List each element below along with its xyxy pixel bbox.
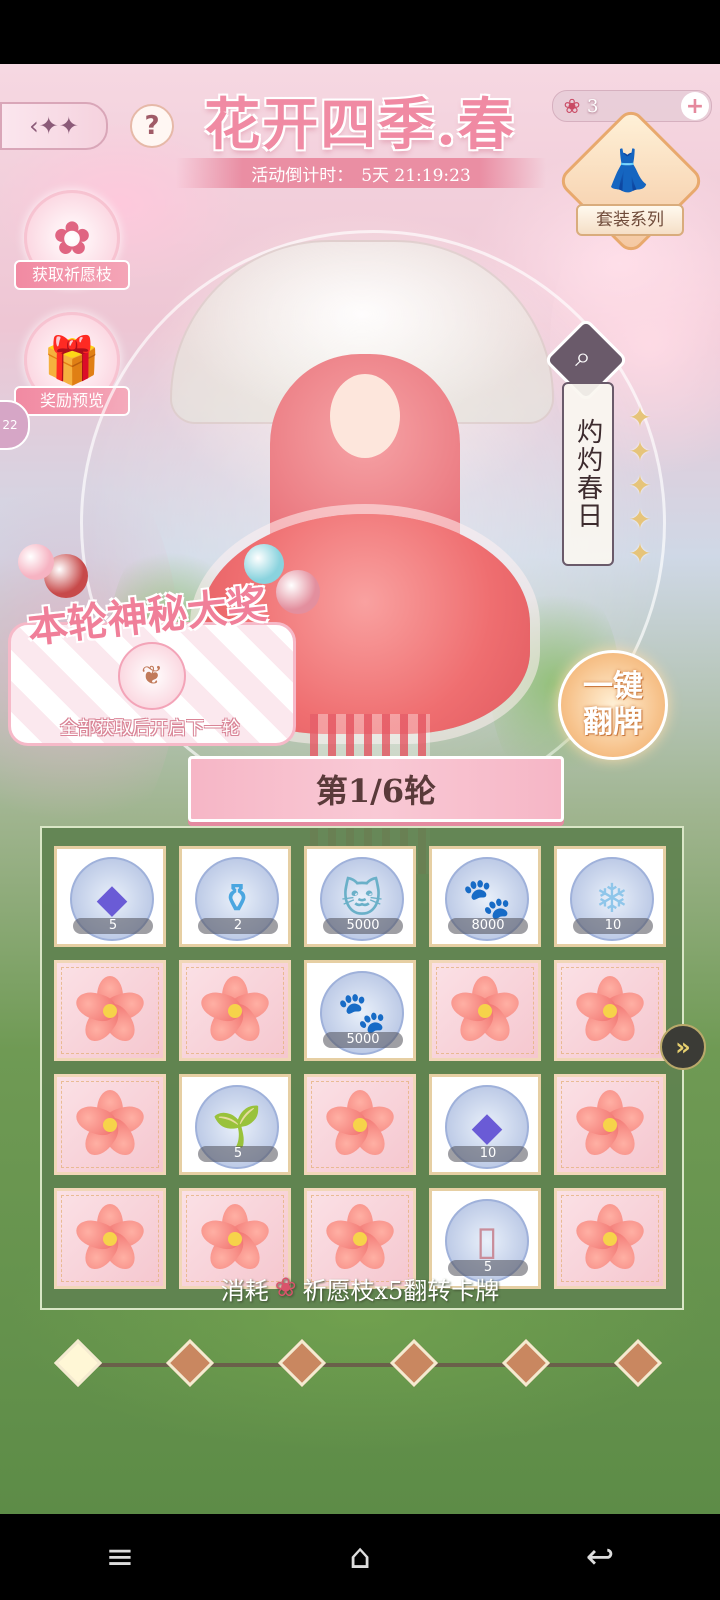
flower-card-back-icon [572,975,648,1047]
face-down-card[interactable] [554,1074,666,1175]
red-dress-icon[interactable]: 👗 [598,140,658,200]
flower-card-back-icon [72,975,148,1047]
cost-suffix: 祈愿枝x5翻转卡牌 [302,1276,500,1305]
revealed-card[interactable]: ⚱ 2 [179,846,291,947]
flower-card-back-icon [572,1089,648,1161]
get-wish-branch-label[interactable]: 获取祈愿枝 [14,260,130,290]
flower-card-back-icon [197,1203,273,1275]
item-quantity: 10 [573,918,653,934]
round-banner: 第1/6轮 [188,756,564,822]
add-currency-button[interactable]: + [681,92,709,120]
item-quantity: 5 [198,1146,278,1162]
countdown-bar: 活动倒计时： 5天 21:19:23 [176,158,546,188]
character-face [330,374,400,458]
countdown-value: 5天 21:19:23 [361,165,471,186]
back-icon[interactable]: ↩ [560,1527,640,1587]
revealed-card[interactable]: 🐾 8000 [429,846,541,947]
system-nav-bar: ≡ ⌂ ↩ [0,1514,720,1600]
rose-icon: ✿ [52,211,92,265]
gift-magnifier-icon: 🎁 [43,332,101,387]
mystery-prize-note: 全部获取后开启下一轮 [60,718,240,739]
help-button[interactable]: ? [130,104,174,148]
status-bar [0,0,720,64]
revealed-card[interactable]: 🐾 5000 [304,960,416,1061]
flip-cost-line: 消耗 ❀ 祈愿枝x5翻转卡牌 [40,1270,680,1306]
flower-card-back-icon [197,975,273,1047]
item-quantity: 5000 [323,918,403,934]
home-icon[interactable]: ⌂ [320,1527,400,1587]
face-down-card[interactable] [304,1074,416,1175]
game-screen: ‹✦✦ ? 花开四季.春 活动倒计时： 5天 21:19:23 ❀ 3 + 👗 … [0,64,720,1514]
flower-card-back-icon [572,1203,648,1275]
item-quantity: 8000 [448,918,528,934]
revealed-card[interactable]: ◆ 5 [54,846,166,947]
star-icon: ✦ [628,401,652,434]
face-down-card[interactable] [54,960,166,1061]
flower-card-back-icon [72,1089,148,1161]
star-icon: ✦ [628,503,652,536]
item-quantity: 5000 [323,1032,403,1048]
search-icon[interactable]: ⌕ [560,336,606,378]
next-page-button[interactable]: » [660,1024,706,1070]
star-icon: ✦ [628,435,652,468]
flower-card-back-icon [322,1203,398,1275]
countdown-label: 活动倒计时： [251,165,354,186]
revealed-card[interactable]: 🌱 5 [179,1074,291,1175]
face-down-card[interactable] [54,1074,166,1175]
menu-icon[interactable]: ≡ [80,1527,160,1587]
card-grid: ◆ 5 ⚱ 2 🐱 5000 🐾 8000 ❄ 10 🐾 5000 🌱 5 ◆ 10 ▯ 5 [54,846,670,1289]
orb-pink [18,544,54,580]
outfit-series-button[interactable]: 套装系列 [576,204,684,236]
cost-prefix: 消耗 [220,1276,269,1305]
revealed-card[interactable]: ◆ 10 [429,1074,541,1175]
face-down-card[interactable] [179,960,291,1061]
back-button[interactable]: ‹✦✦ [0,102,108,150]
revealed-card[interactable]: ❄ 10 [554,846,666,947]
face-down-card[interactable] [429,960,541,1061]
flip-all-button[interactable]: 一键翻牌 [558,650,668,760]
star-icon: ✦ [628,469,652,502]
round-progress-track [78,1363,638,1367]
revealed-card[interactable]: 🐱 5000 [304,846,416,947]
event-title: 花开四季.春 [204,92,516,158]
item-quantity: 2 [198,918,278,934]
face-down-card[interactable] [554,960,666,1061]
question-mark-icon: ? [144,111,160,141]
flip-all-label: 一键翻牌 [583,669,643,740]
flower-card-back-icon [322,1089,398,1161]
flower-card-back-icon [72,1203,148,1275]
outfit-name: 灼灼春日 [572,418,603,530]
item-quantity: 10 [448,1146,528,1162]
round-label: 第1/6轮 [315,772,437,810]
wish-branch-icon: ❀ [274,1273,297,1303]
card-board: ◆ 5 ⚱ 2 🐱 5000 🐾 8000 ❄ 10 🐾 5000 🌱 5 ◆ 10 ▯ 5 [40,826,684,1310]
earrings-icon[interactable]: ❦ [118,642,186,710]
outfit-name-panel: 灼灼春日 [562,382,614,566]
orb-rose [276,570,320,614]
item-quantity: 5 [73,918,153,934]
back-arrow-icon: ‹✦✦ [29,112,79,140]
flower-card-back-icon [447,975,523,1047]
star-icon: ✦ [628,537,652,570]
outfit-stars: ✦ ✦ ✦ ✦ ✦ [622,404,658,568]
wish-branch-icon: ❀ [563,94,581,118]
left-tab-text: 22 [2,418,18,432]
